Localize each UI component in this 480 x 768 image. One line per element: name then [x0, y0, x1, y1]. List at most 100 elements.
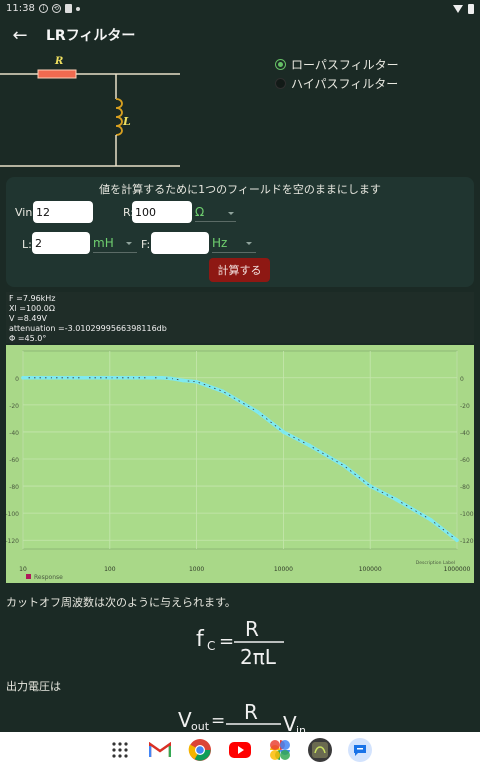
- plot-area: [23, 351, 457, 549]
- sim-icon: [64, 4, 72, 13]
- fc-numerator: R: [245, 617, 259, 641]
- results-panel: F =7.96kHz Xl =100.0Ω V =8.49V attenuati…: [6, 292, 474, 343]
- l-unit-dropdown-icon[interactable]: [126, 242, 132, 245]
- y-tick-label-left: -120: [6, 538, 19, 545]
- r-input[interactable]: [132, 201, 192, 223]
- photos-icon[interactable]: [268, 738, 292, 762]
- series-point: [160, 375, 164, 380]
- apps-icon[interactable]: [108, 738, 132, 762]
- result-reactance: Xl =100.0Ω: [9, 304, 55, 313]
- fc-symbol: f: [196, 627, 205, 652]
- radio-unselected-icon: [275, 78, 286, 89]
- y-tick-label-right: 0: [460, 376, 464, 383]
- y-tick-label-right: -120: [460, 538, 474, 545]
- series-point: [255, 409, 260, 414]
- series-point: [429, 518, 433, 522]
- result-attenuation: attenuation =-3.0102999566398116db: [9, 324, 167, 333]
- x-axis-label: Description Label: [416, 560, 455, 566]
- messages-icon[interactable]: [348, 738, 372, 762]
- resistor-symbol: [37, 69, 77, 79]
- y-tick-label-left: -60: [9, 457, 19, 464]
- radio-highpass-label: ハイパスフィルター: [291, 77, 399, 91]
- vout-symbol: V: [178, 708, 192, 732]
- output-voltage-text: 出力電圧は: [6, 680, 61, 693]
- f-label: F:: [141, 238, 151, 251]
- y-tick-label-right: -20: [460, 403, 470, 410]
- series-point: [368, 484, 373, 488]
- x-tick-label: 1000000: [444, 566, 471, 573]
- y-tick-label-left: -80: [9, 484, 19, 491]
- battery-icon: [468, 3, 474, 14]
- status-bar: 11:38 i ⟲: [0, 0, 480, 17]
- form-hint: 値を計算するために1つのフィールドを空のままにします: [99, 183, 381, 196]
- cutoff-text: カットオフ周波数は次のように与えられます。: [6, 596, 236, 609]
- l-unit-select[interactable]: mH: [93, 236, 114, 250]
- result-voltage: V =8.49V: [9, 314, 48, 323]
- f-unit-dropdown-icon[interactable]: [246, 242, 252, 245]
- series-point: [281, 430, 286, 434]
- cutoff-formula: f C = R 2πL: [196, 617, 284, 669]
- f-unit-select[interactable]: Hz: [212, 236, 227, 250]
- f-input[interactable]: [151, 232, 209, 254]
- series-point: [394, 497, 399, 502]
- result-frequency: F =7.96kHz: [9, 294, 56, 303]
- radio-selected-icon: [275, 59, 286, 70]
- series-point: [149, 375, 154, 380]
- y-tick-label-right: -100: [460, 511, 474, 518]
- f-unit-underline: [212, 252, 256, 253]
- resistor-label: R: [54, 56, 63, 67]
- input-form-card: 値を計算するために1つのフィールドを空のままにします Vin: R: Ω L: …: [6, 177, 474, 287]
- x-tick-label: 10000: [274, 566, 293, 573]
- lr-filter-app-icon[interactable]: [308, 738, 332, 762]
- y-tick-label-left: -100: [6, 511, 19, 518]
- series-point: [455, 538, 459, 543]
- result-phase: Φ =45.0°: [9, 334, 47, 343]
- series-point: [307, 443, 312, 448]
- x-tick-label: 1000: [189, 566, 204, 573]
- app-bar: ← LRフィルター: [0, 17, 480, 53]
- svg-text:=: =: [211, 711, 225, 731]
- vin-input[interactable]: [33, 201, 93, 223]
- youtube-icon[interactable]: [228, 738, 252, 762]
- inductor-symbol: [115, 98, 123, 136]
- radio-highpass[interactable]: ハイパスフィルター: [275, 74, 399, 93]
- r-unit-select[interactable]: Ω: [195, 205, 204, 219]
- frequency-response-chart[interactable]: 0 0 -20 -20 -40 -40 -60 -60 -80 -80 -100 -100 -120 -1…: [6, 345, 474, 583]
- fc-denominator: 2πL: [240, 645, 277, 669]
- series-point: [21, 375, 25, 380]
- y-tick-label-right: -40: [460, 430, 470, 437]
- l-input[interactable]: [32, 232, 90, 254]
- page-title: LRフィルター: [46, 28, 136, 44]
- r-unit-dropdown-icon[interactable]: [228, 212, 234, 215]
- x-tick-label: 100: [104, 566, 116, 573]
- info-icon: i: [38, 4, 48, 13]
- vout-numerator: R: [244, 700, 258, 724]
- bottom-app-dock: [0, 732, 480, 768]
- y-tick-label-left: -40: [9, 430, 19, 437]
- y-tick-label-left: 0: [15, 376, 19, 383]
- fc-subscript: C: [207, 639, 215, 653]
- filter-type-radio-group: ローパスフィルター ハイパスフィルター: [275, 55, 399, 93]
- chrome-icon[interactable]: [188, 738, 212, 762]
- chart-svg: 0 0 -20 -20 -40 -40 -60 -60 -80 -80 -100 -100 -120 -1…: [6, 350, 474, 581]
- svg-text:=: =: [219, 631, 234, 652]
- calculate-button[interactable]: 計算する: [209, 258, 270, 282]
- back-arrow-icon[interactable]: ←: [0, 17, 40, 53]
- y-tick-label-right: -60: [460, 457, 470, 464]
- legend-swatch: [26, 574, 31, 579]
- series-point: [81, 375, 86, 380]
- series-point: [220, 389, 225, 394]
- series-point: [47, 375, 51, 380]
- y-tick-label-left: -20: [9, 403, 19, 410]
- r-unit-underline: [195, 221, 236, 222]
- series-point: [181, 378, 185, 383]
- series-point: [342, 463, 346, 468]
- series-point: [108, 375, 112, 380]
- legend-label: Response: [34, 574, 63, 581]
- gmail-icon[interactable]: [148, 738, 172, 762]
- l-unit-underline: [93, 252, 137, 253]
- inductor-label: L: [122, 115, 131, 128]
- series-point: [168, 376, 173, 381]
- output-voltage-formula: V out = R V in: [178, 700, 306, 736]
- radio-lowpass[interactable]: ローパスフィルター: [275, 55, 399, 74]
